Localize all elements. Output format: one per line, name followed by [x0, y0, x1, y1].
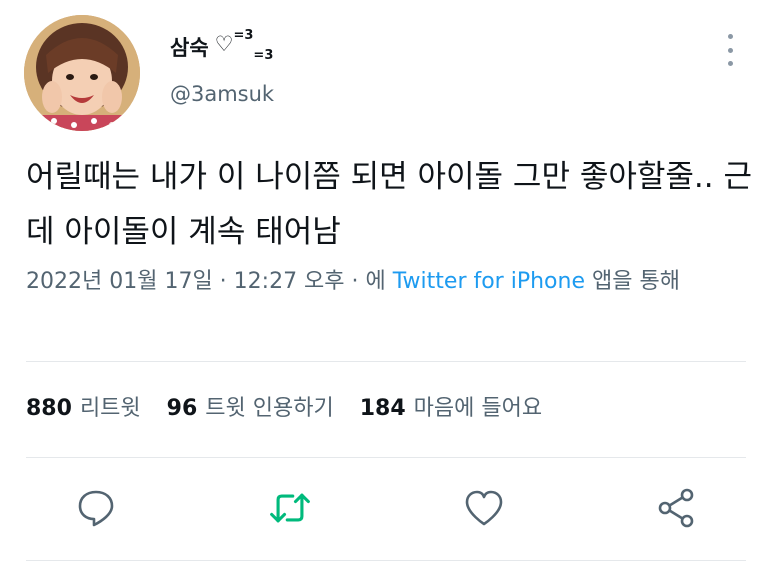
name-sub-text: =3	[253, 48, 274, 63]
more-vertical-icon[interactable]	[724, 34, 736, 66]
action-bar	[0, 486, 773, 534]
name-heart-glyph: ♡	[214, 32, 234, 56]
quotes-count: 96	[166, 396, 198, 421]
tweet-stats: 880 리트윗 96 트윗 인용하기 184 마음에 들어요	[26, 390, 542, 422]
tweet-card: 삼숙 ♡ =3 =3 @3amsuk 어릴때는 내가 이 나이쯤 되면 아이돌 …	[0, 0, 773, 577]
divider	[26, 457, 746, 458]
divider	[26, 361, 746, 362]
quotes-label: 트윗 인용하기	[205, 396, 334, 421]
reply-button[interactable]	[74, 486, 118, 530]
tweet-source-link[interactable]: Twitter for iPhone	[393, 269, 585, 294]
tweet-timestamp[interactable]: 2022년 01월 17일 · 12:27 오후 · 에	[26, 269, 393, 294]
like-button[interactable]	[462, 486, 506, 530]
heart-icon	[465, 490, 503, 526]
retweets-count: 880	[26, 396, 72, 421]
tweet-meta-suffix: 앱을 통해	[584, 269, 680, 294]
likes-label: 마음에 들어요	[413, 396, 543, 421]
tweet-text: 어릴때는 내가 이 나이쯤 되면 아이돌 그만 좋아할줄.. 근데 아이돌이 계…	[26, 159, 752, 250]
retweet-icon	[270, 493, 310, 523]
avatar-image	[24, 15, 140, 131]
retweets-label: 리트윗	[79, 396, 141, 421]
likes-stat[interactable]: 184 마음에 들어요	[360, 390, 542, 422]
name-sup-text: =3	[233, 28, 254, 43]
tweet-meta: 2022년 01월 17일 · 12:27 오후 · 에 Twitter for…	[26, 264, 756, 300]
share-icon	[658, 488, 694, 528]
display-name-text: 삼숙	[170, 36, 209, 60]
reply-icon	[78, 490, 114, 527]
retweets-stat[interactable]: 880 리트윗	[26, 390, 141, 422]
retweet-button[interactable]	[268, 486, 312, 530]
avatar[interactable]	[24, 15, 140, 131]
divider	[26, 560, 746, 561]
likes-count: 184	[359, 396, 406, 421]
share-button[interactable]	[654, 486, 698, 530]
user-handle[interactable]: @3amsuk	[170, 82, 274, 106]
quotes-stat[interactable]: 96 트윗 인용하기	[167, 390, 334, 422]
display-name[interactable]: 삼숙 ♡ =3 =3	[170, 28, 274, 63]
